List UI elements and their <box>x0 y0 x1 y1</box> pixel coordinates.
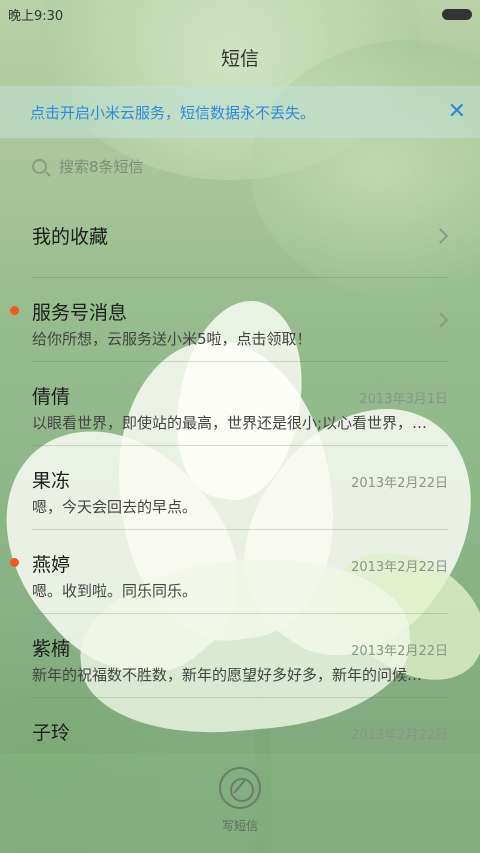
chevron-right-icon <box>432 311 449 328</box>
status-bar: 晚上9:30 <box>0 0 480 28</box>
conversation-date: 2013年2月22日 <box>351 728 448 743</box>
close-icon[interactable]: ✕ <box>448 101 466 123</box>
list-item[interactable]: 倩倩 2013年3月1日 以眼看世界，即使站的最高，世界还是很小;以心看世界，… <box>32 362 448 446</box>
conversation-preview: 嗯，今天会回去的早点。 <box>32 498 198 516</box>
conversation-date: 2013年3月1日 <box>359 392 448 407</box>
conversation-date: 2013年2月22日 <box>351 560 448 575</box>
conversation-date: 2013年2月22日 <box>351 476 448 491</box>
unread-dot-icon <box>10 558 19 567</box>
list-item[interactable]: 果冻 2013年2月22日 嗯，今天会回去的早点。 <box>32 446 448 530</box>
compose-icon[interactable] <box>219 767 261 809</box>
conversation-preview: 以眼看世界，即使站的最高，世界还是很小;以心看世界，… <box>32 414 428 432</box>
list-item[interactable]: 紫楠 2013年2月22日 新年的祝福数不胜数，新年的愿望好多好多，新年的问候… <box>32 614 448 698</box>
conversation-name: 服务号消息 <box>32 302 128 324</box>
conversation-name: 倩倩 <box>32 386 71 408</box>
list-item[interactable]: 燕婷 2013年2月22日 嗯。收到啦。同乐同乐。 <box>10 530 448 614</box>
list-item-favorites[interactable]: 我的收藏 <box>32 194 449 278</box>
conversation-name: 我的收藏 <box>32 226 109 248</box>
conversation-list: 我的收藏 服务号消息 给你所想，云服务送小米5啦，点击领取！ 倩倩 2013年3… <box>0 194 480 782</box>
conversation-date: 2013年2月22日 <box>351 644 448 659</box>
conversation-name: 紫楠 <box>32 638 71 660</box>
banner-text[interactable]: 点击开启小米云服务，短信数据永不丢失。 <box>30 102 315 123</box>
search-icon <box>32 158 47 174</box>
cloud-service-banner[interactable]: 点击开启小米云服务，短信数据永不丢失。 ✕ <box>0 86 480 138</box>
list-item-service-messages[interactable]: 服务号消息 给你所想，云服务送小米5啦，点击领取！ <box>10 278 449 362</box>
search-placeholder: 搜索8条短信 <box>59 157 144 176</box>
status-time: 晚上9:30 <box>8 8 64 24</box>
conversation-preview: 给你所想，云服务送小米5啦，点击领取！ <box>32 330 312 348</box>
compose-button-label[interactable]: 写短信 <box>222 817 258 834</box>
conversation-name: 燕婷 <box>32 554 71 576</box>
conversation-preview: 新年的祝福数不胜数，新年的愿望好多好多，新年的问候… <box>32 666 423 684</box>
conversation-name: 子玲 <box>32 722 71 744</box>
page-title: 短信 <box>220 47 259 70</box>
unread-dot-icon <box>10 306 19 315</box>
compose-bar: 写短信 <box>0 753 480 853</box>
chevron-right-icon <box>432 227 449 244</box>
conversation-name: 果冻 <box>32 470 71 492</box>
search-input[interactable]: 搜索8条短信 <box>0 138 480 194</box>
battery-icon <box>442 8 472 20</box>
conversation-preview: 嗯。收到啦。同乐同乐。 <box>32 582 198 600</box>
